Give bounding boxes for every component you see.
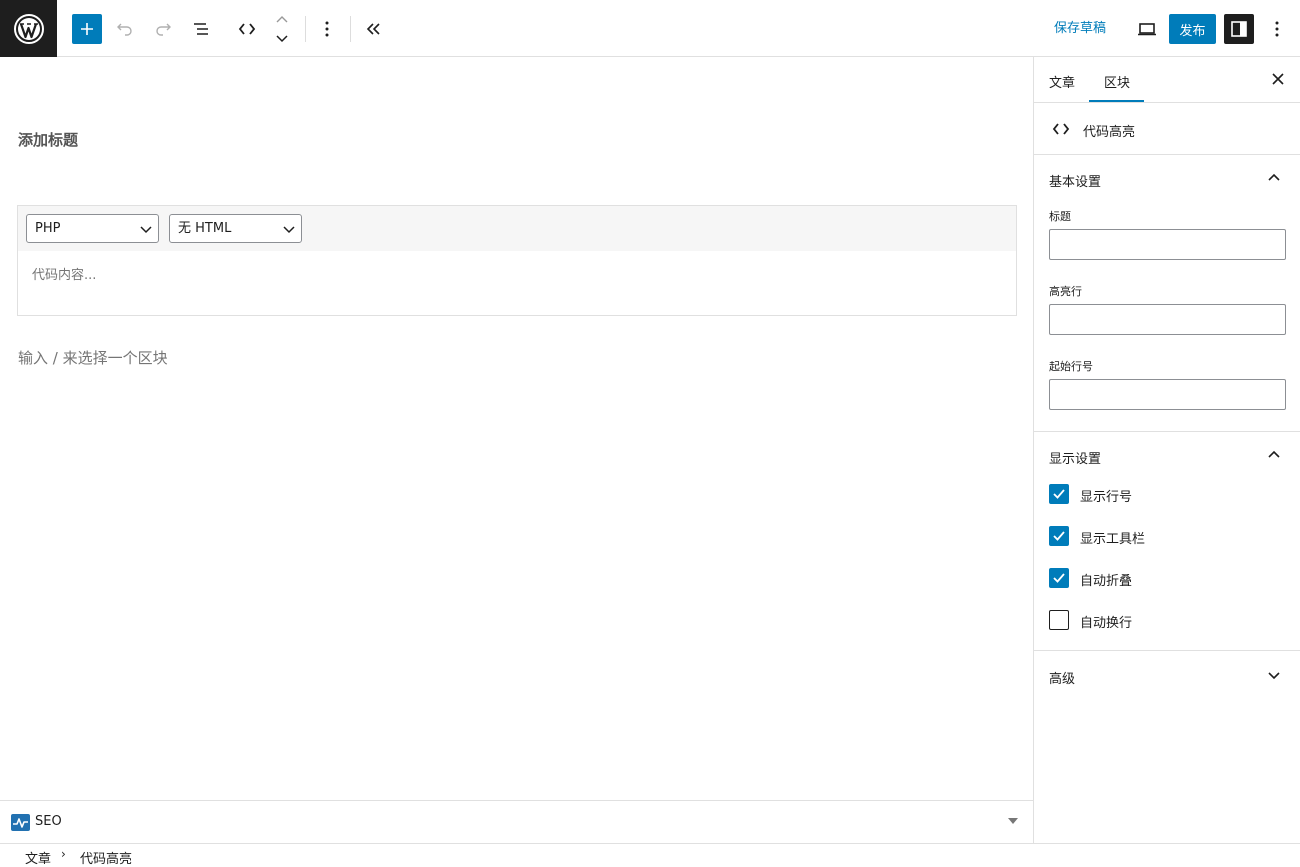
block-options-button[interactable]: [312, 14, 342, 44]
undo-icon: [117, 23, 132, 36]
start-line-input[interactable]: [1049, 379, 1286, 410]
wordpress-logo-button[interactable]: [0, 0, 57, 57]
laptop-icon: [1138, 23, 1156, 36]
language-select-value: PHP: [35, 221, 61, 236]
breadcrumb: 文章 › 代码高亮: [0, 843, 1300, 867]
sidebar-tabs: 文章 区块: [1034, 57, 1300, 103]
move-block-buttons[interactable]: [267, 12, 297, 46]
checkbox-label: 自动换行: [1080, 616, 1133, 631]
publish-button[interactable]: 发布: [1169, 14, 1216, 44]
seo-label: SEO: [35, 814, 62, 829]
redo-button[interactable]: [148, 14, 178, 44]
field-label-start-line: 起始行号: [1049, 360, 1093, 373]
save-draft-button[interactable]: 保存草稿: [1054, 17, 1106, 41]
panel-divider: [1034, 431, 1300, 432]
preview-button[interactable]: [1132, 14, 1162, 44]
editor-header: 保存草稿 发布: [0, 0, 1300, 57]
settings-sidebar: 文章 区块 代码高亮 基本设置 标题 高亮行 起始行号 显示设置 显示行号 显示…: [1033, 57, 1300, 843]
chevron-down-icon: [283, 226, 295, 234]
expand-triangle-icon[interactable]: [1008, 818, 1018, 824]
options-menu-button[interactable]: [1262, 14, 1292, 44]
checkbox-label: 自动折叠: [1080, 574, 1133, 589]
checkbox[interactable]: [1049, 484, 1069, 504]
html-mode-select-value: 无 HTML: [178, 221, 232, 236]
title-input[interactable]: [1049, 229, 1286, 260]
block-card: 代码高亮: [1034, 103, 1300, 155]
default-block-appender[interactable]: 输入 / 来选择一个区块: [18, 347, 168, 368]
checkbox[interactable]: [1049, 568, 1069, 588]
display-settings-heading[interactable]: 显示设置: [1049, 448, 1101, 467]
editor-canvas: 添加标题 PHP 无 HTML 代码内容... 输入 / 来选择一个区块: [0, 57, 1033, 800]
highlight-lines-input[interactable]: [1049, 304, 1286, 335]
toolbar-divider: [350, 16, 351, 42]
settings-toggle-button[interactable]: [1224, 14, 1254, 44]
basic-settings-heading[interactable]: 基本设置: [1049, 171, 1101, 190]
block-type-button[interactable]: [232, 14, 262, 44]
chevron-right-icon: ›: [61, 847, 66, 861]
field-label-title: 标题: [1049, 210, 1071, 223]
chevron-down-icon[interactable]: [1267, 669, 1281, 681]
checkbox-label: 显示行号: [1080, 490, 1133, 505]
code-brackets-icon: [1052, 123, 1070, 135]
post-title-input[interactable]: 添加标题: [18, 129, 78, 150]
collapse-toolbar-button[interactable]: [359, 14, 389, 44]
seo-chart-icon: [11, 814, 30, 831]
toolbar-divider: [305, 16, 306, 42]
code-highlight-block[interactable]: PHP 无 HTML 代码内容...: [17, 205, 1017, 316]
vertical-dots-icon: [1275, 21, 1279, 37]
breadcrumb-item-post[interactable]: 文章: [25, 848, 51, 867]
active-tab-indicator: [1089, 100, 1144, 102]
checkbox[interactable]: [1049, 610, 1069, 630]
undo-button[interactable]: [110, 14, 140, 44]
plus-icon: [81, 23, 93, 35]
field-label-highlight-lines: 高亮行: [1049, 285, 1082, 298]
chevron-up-icon[interactable]: [1267, 449, 1281, 461]
block-inserter-button[interactable]: [72, 14, 102, 44]
checkmark-icon: [1053, 489, 1065, 499]
close-icon[interactable]: [1270, 71, 1286, 87]
wordpress-icon: [13, 13, 44, 44]
redo-icon: [156, 23, 171, 36]
breadcrumb-item-block[interactable]: 代码高亮: [80, 848, 132, 867]
language-select[interactable]: PHP: [26, 214, 159, 243]
sidebar-panel-icon: [1231, 21, 1247, 37]
code-content-input[interactable]: 代码内容...: [32, 264, 96, 283]
list-view-icon: [194, 23, 208, 35]
panel-divider: [1034, 650, 1300, 651]
code-block-toolbar: PHP 无 HTML: [18, 206, 1016, 251]
html-mode-select[interactable]: 无 HTML: [169, 214, 302, 243]
tab-block[interactable]: 区块: [1104, 72, 1130, 91]
document-overview-button[interactable]: [186, 14, 216, 44]
checkmark-icon: [1053, 531, 1065, 541]
block-name: 代码高亮: [1083, 125, 1136, 140]
vertical-dots-icon: [325, 21, 329, 37]
tab-post[interactable]: 文章: [1049, 72, 1075, 91]
code-brackets-icon: [238, 23, 256, 35]
seo-meta-box[interactable]: SEO: [0, 800, 1033, 843]
advanced-heading[interactable]: 高级: [1049, 668, 1075, 687]
checkmark-icon: [1053, 573, 1065, 583]
checkbox-label: 显示工具栏: [1080, 532, 1146, 547]
chevron-down-icon: [140, 226, 152, 234]
double-chevron-left-icon: [366, 23, 380, 35]
chevron-up-down-icon: [276, 16, 288, 43]
checkbox[interactable]: [1049, 526, 1069, 546]
chevron-up-icon[interactable]: [1267, 172, 1281, 184]
